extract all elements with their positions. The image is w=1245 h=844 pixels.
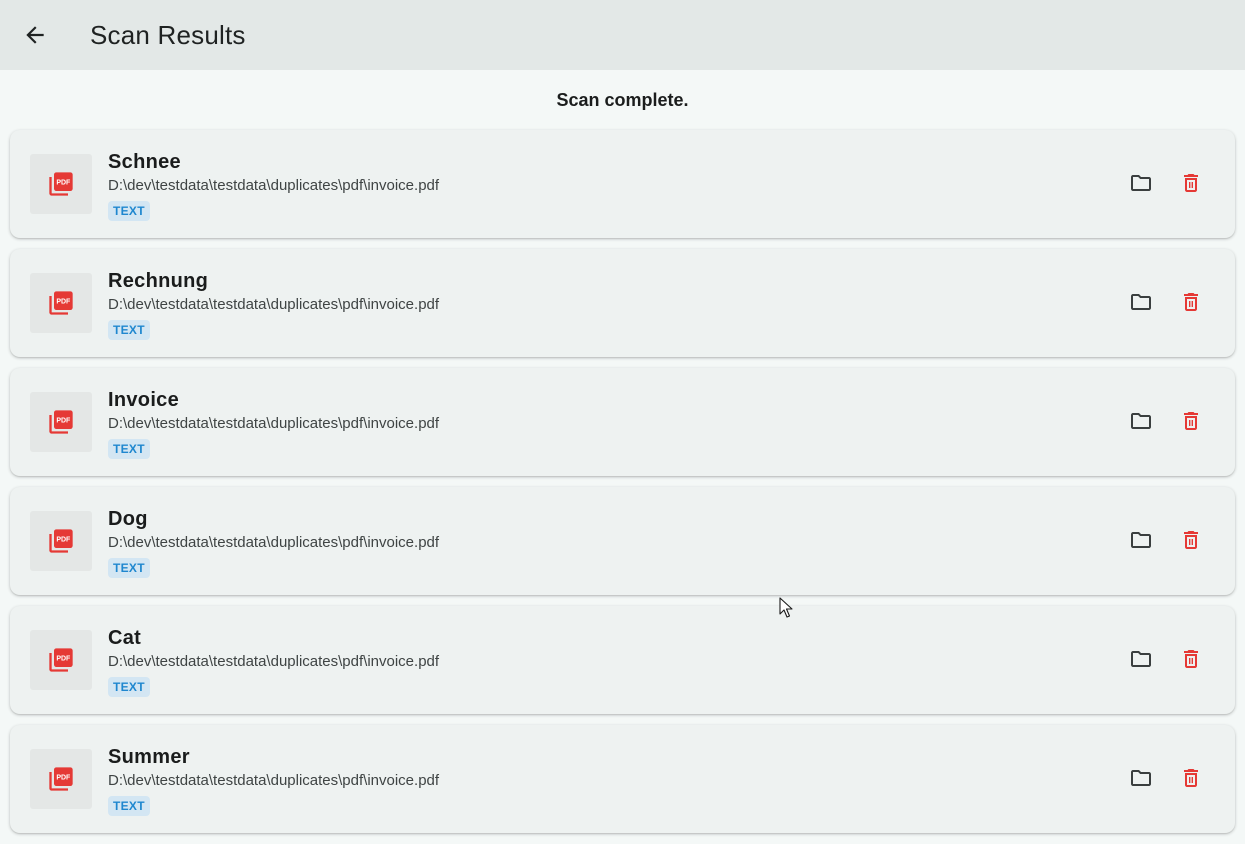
- result-name: Schnee: [108, 151, 181, 173]
- delete-button[interactable]: [1177, 407, 1205, 435]
- result-path: D:\dev\testdata\testdata\duplicates\pdf\…: [108, 772, 440, 789]
- result-name: Invoice: [108, 389, 180, 411]
- svg-text:PDF: PDF: [56, 418, 71, 425]
- trash-icon: [1184, 650, 1198, 668]
- result-name: Dog: [108, 508, 148, 530]
- open-folder-button[interactable]: [1127, 526, 1155, 554]
- results-list: PDF Schnee D:\dev\testdata\testdata\dupl…: [10, 130, 1235, 844]
- app-bar: Scan Results: [0, 0, 1245, 70]
- folder-icon: [1131, 532, 1151, 548]
- svg-text:PDF: PDF: [56, 656, 71, 663]
- arrow-back-icon: [26, 26, 44, 44]
- result-card[interactable]: PDF Dog D:\dev\testdata\testdata\duplica…: [10, 487, 1235, 595]
- pdf-file-icon: PDF: [49, 410, 73, 434]
- open-folder-button[interactable]: [1127, 764, 1155, 792]
- trash-icon: [1184, 412, 1198, 430]
- open-folder-button[interactable]: [1127, 407, 1155, 435]
- result-name: Cat: [108, 627, 142, 649]
- result-card[interactable]: PDF Schnee D:\dev\testdata\testdata\dupl…: [10, 130, 1235, 238]
- trash-icon: [1184, 174, 1198, 192]
- type-badge: TEXT: [108, 439, 150, 459]
- pdf-thumbnail: PDF: [30, 154, 92, 214]
- result-card[interactable]: PDF Summer D:\dev\testdata\testdata\dupl…: [10, 725, 1235, 833]
- open-folder-button[interactable]: [1127, 169, 1155, 197]
- result-card[interactable]: PDF Cat D:\dev\testdata\testdata\duplica…: [10, 606, 1235, 714]
- result-actions: [1127, 169, 1205, 197]
- delete-button[interactable]: [1177, 764, 1205, 792]
- scan-status: Scan complete.: [556, 89, 689, 110]
- pdf-file-icon: PDF: [49, 767, 73, 791]
- result-name: Summer: [108, 746, 190, 768]
- result-actions: [1127, 407, 1205, 435]
- type-badge: TEXT: [108, 796, 150, 816]
- folder-icon: [1131, 413, 1151, 429]
- delete-button[interactable]: [1177, 288, 1205, 316]
- result-path: D:\dev\testdata\testdata\duplicates\pdf\…: [108, 534, 440, 551]
- result-info: Cat D:\dev\testdata\testdata\duplicates\…: [108, 626, 439, 697]
- svg-text:PDF: PDF: [56, 775, 71, 782]
- folder-icon: [1131, 651, 1151, 667]
- pdf-thumbnail: PDF: [30, 511, 92, 571]
- pdf-file-icon: PDF: [49, 172, 73, 196]
- result-path: D:\dev\testdata\testdata\duplicates\pdf\…: [108, 653, 440, 670]
- result-info: Dog D:\dev\testdata\testdata\duplicates\…: [108, 507, 439, 578]
- delete-button[interactable]: [1177, 526, 1205, 554]
- type-badge: TEXT: [108, 320, 150, 340]
- pdf-thumbnail: PDF: [30, 392, 92, 452]
- svg-text:PDF: PDF: [56, 299, 71, 306]
- pdf-thumbnail: PDF: [30, 749, 92, 809]
- result-card[interactable]: PDF Invoice D:\dev\testdata\testdata\dup…: [10, 368, 1235, 476]
- result-card[interactable]: PDF Rechnung D:\dev\testdata\testdata\du…: [10, 249, 1235, 357]
- result-actions: [1127, 526, 1205, 554]
- result-actions: [1127, 288, 1205, 316]
- pdf-thumbnail: PDF: [30, 630, 92, 690]
- result-actions: [1127, 645, 1205, 673]
- trash-icon: [1184, 531, 1198, 549]
- result-actions: [1127, 764, 1205, 792]
- type-badge: TEXT: [108, 201, 150, 221]
- result-path: D:\dev\testdata\testdata\duplicates\pdf\…: [108, 296, 440, 313]
- result-path: D:\dev\testdata\testdata\duplicates\pdf\…: [108, 177, 440, 194]
- trash-icon: [1184, 293, 1198, 311]
- page-title: Scan Results: [90, 19, 246, 50]
- delete-button[interactable]: [1177, 169, 1205, 197]
- svg-text:PDF: PDF: [56, 537, 71, 544]
- pdf-file-icon: PDF: [49, 529, 73, 553]
- trash-icon: [1184, 769, 1198, 787]
- folder-icon: [1131, 175, 1151, 191]
- result-info: Invoice D:\dev\testdata\testdata\duplica…: [108, 388, 439, 459]
- result-info: Summer D:\dev\testdata\testdata\duplicat…: [108, 745, 439, 816]
- pdf-file-icon: PDF: [49, 648, 73, 672]
- back-button[interactable]: [0, 0, 70, 70]
- delete-button[interactable]: [1177, 645, 1205, 673]
- result-path: D:\dev\testdata\testdata\duplicates\pdf\…: [108, 415, 440, 432]
- type-badge: TEXT: [108, 558, 150, 578]
- pdf-file-icon: PDF: [49, 291, 73, 315]
- type-badge: TEXT: [108, 677, 150, 697]
- svg-text:PDF: PDF: [56, 180, 71, 187]
- open-folder-button[interactable]: [1127, 288, 1155, 316]
- result-info: Rechnung D:\dev\testdata\testdata\duplic…: [108, 269, 439, 340]
- pdf-thumbnail: PDF: [30, 273, 92, 333]
- folder-icon: [1131, 294, 1151, 310]
- result-name: Rechnung: [108, 270, 209, 292]
- result-info: Schnee D:\dev\testdata\testdata\duplicat…: [108, 150, 439, 221]
- folder-icon: [1131, 770, 1151, 786]
- open-folder-button[interactable]: [1127, 645, 1155, 673]
